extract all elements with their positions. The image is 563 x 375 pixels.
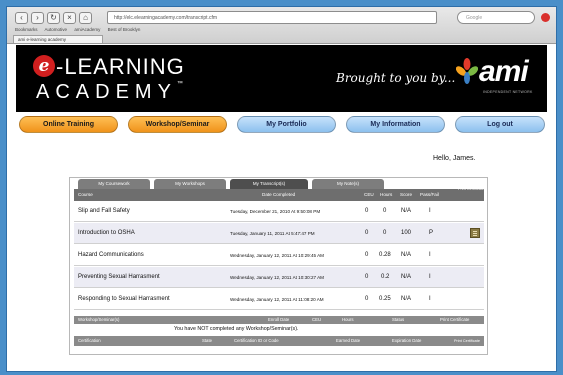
logo-academy-word: ACADEMY — [36, 81, 177, 103]
address-bar[interactable]: http://elc.elearningacademy.com/transcri… — [107, 11, 437, 24]
main-nav: Online Training Workshop/Seminar My Port… — [16, 113, 547, 135]
ceu-value: 0 — [365, 208, 369, 214]
bookmark-item[interactable]: amiAcademy — [74, 27, 100, 32]
bookmark-item[interactable]: Best of Brooklyn — [108, 27, 141, 32]
col-earned-date: Earned Date — [336, 338, 361, 343]
tab-my-transcripts[interactable]: My Transcript(s) — [230, 179, 308, 189]
completed-date: Wednesday, January 12, 2011 At 10:29:45 … — [230, 253, 324, 258]
ceu-value: 0 — [365, 252, 369, 258]
user-greeting: Hello, James. — [433, 155, 476, 162]
ami-leaf-icon — [456, 58, 478, 84]
score-value: N/A — [401, 208, 412, 214]
score-value: N/A — [401, 296, 412, 302]
completed-date: Wednesday, January 12, 2011 At 10:30:27 … — [230, 275, 324, 280]
bookmarks-bar: Bookmarks Automotive amiAcademy Best of … — [15, 27, 146, 34]
certification-table-header: Certification State Certification ID or … — [74, 336, 484, 346]
col-certification: Certification — [78, 338, 101, 343]
table-row: Hazard Communications Wednesday, January… — [74, 245, 484, 266]
browser-tab[interactable]: ami e-learning academy — [13, 35, 103, 43]
col-print-certificate: Print Certificate — [458, 187, 484, 191]
ami-tagline: INDEPENDENT NETWORK — [483, 90, 533, 94]
course-name: Preventing Sexual Harrasment — [78, 274, 160, 280]
score-value: N/A — [401, 252, 412, 258]
print-certificate-icon[interactable] — [470, 228, 480, 238]
stop-icon[interactable]: × — [63, 12, 76, 24]
col-ceu: CEU — [364, 192, 374, 197]
col-enroll-date: Enroll Date — [268, 317, 290, 322]
screenshot-frame: ‹ › ↻ × ⌂ http://elc.elearningacademy.co… — [6, 6, 557, 372]
score-value: N/A — [401, 274, 412, 280]
forward-icon[interactable]: › — [31, 12, 44, 24]
tab-my-workshops[interactable]: My Workshops — [154, 179, 226, 189]
ceu-value: 0 — [365, 296, 369, 302]
tab-my-coursework[interactable]: My Coursework — [78, 179, 150, 189]
log-out-button[interactable]: Log out — [455, 116, 545, 133]
browser-toolbar: ‹ › ↻ × ⌂ http://elc.elearningacademy.co… — [7, 7, 556, 44]
trademark-mark: ™ — [176, 81, 183, 87]
ceu-value: 0 — [365, 230, 369, 236]
col-workshop-status: Status — [392, 317, 405, 322]
pass-fail-value: P — [429, 230, 434, 236]
course-name: Introduction to OSHA — [78, 230, 135, 236]
completed-date: Tuesday, January 11, 2011 At 5:47:47 PM — [230, 231, 315, 236]
hours-value: 0 — [383, 208, 387, 214]
section-tabs: My Coursework My Workshops My Transcript… — [78, 178, 478, 189]
completed-date: Tuesday, December 21, 2010 At 9:50:08 PM — [230, 209, 321, 214]
col-workshop-hours: Hours — [342, 317, 354, 322]
pass-fail-value: I — [429, 296, 431, 302]
col-certification-id: Certification ID or Code — [234, 338, 279, 343]
pass-fail-value: I — [429, 208, 431, 214]
workshops-table-header: Workshop/Seminar(s) Enroll Date CEU Hour… — [74, 316, 484, 324]
hours-value: 0 — [383, 230, 387, 236]
ceu-value: 0 — [365, 274, 369, 280]
bookmark-item[interactable]: Bookmarks — [15, 27, 38, 32]
workshop-seminar-button[interactable]: Workshop/Seminar — [128, 116, 227, 133]
ami-brand-text: ami — [479, 55, 529, 88]
reload-icon[interactable]: ↻ — [47, 12, 60, 24]
logo-academy-text: ACADEMY™ — [36, 81, 183, 104]
transcript-panel: My Coursework My Workshops My Transcript… — [69, 177, 488, 355]
site-header: e -LEARNING ACADEMY™ Brought to you by..… — [16, 45, 547, 112]
col-workshop-name: Workshop/Seminar(s) — [78, 317, 120, 322]
tab-my-notes[interactable]: My Note(s) — [312, 179, 384, 189]
my-portfolio-button[interactable]: My Portfolio — [237, 116, 336, 133]
course-name: Hazard Communications — [78, 252, 144, 258]
e-learning-logo-mark: e — [33, 55, 55, 77]
online-training-button[interactable]: Online Training — [19, 116, 118, 133]
col-date-completed: Date Completed — [262, 192, 296, 197]
course-name: Slip and Fall Safety — [78, 208, 130, 214]
col-pass-fail: Pass/Fail — [420, 192, 439, 197]
hours-value: 0.2 — [381, 274, 390, 280]
pass-fail-value: I — [429, 274, 431, 280]
col-hours: Hours — [380, 192, 393, 197]
back-icon[interactable]: ‹ — [15, 12, 28, 24]
col-expiration-date: Expiration Date — [392, 338, 422, 343]
workshops-empty-message: You have NOT completed any Workshop/Semi… — [74, 325, 484, 334]
col-workshop-ceu: CEU — [312, 317, 322, 322]
hours-value: 0.25 — [379, 296, 391, 302]
logo-learning-text: -LEARNING — [56, 54, 185, 79]
hours-value: 0.28 — [379, 252, 391, 258]
table-row: Slip and Fall Safety Tuesday, December 2… — [74, 201, 484, 222]
table-row: Introduction to OSHA Tuesday, January 11… — [74, 223, 484, 244]
score-value: 100 — [401, 230, 412, 236]
completed-date: Wednesday, January 12, 2011 At 11:08:20 … — [230, 297, 324, 302]
table-row: Preventing Sexual Harrasment Wednesday, … — [74, 267, 484, 288]
home-icon[interactable]: ⌂ — [79, 12, 92, 24]
col-state: State — [202, 338, 213, 343]
pass-fail-value: I — [429, 252, 431, 258]
browser-close-icon[interactable] — [541, 13, 550, 22]
col-workshop-print-certificate: Print Certificate — [440, 317, 470, 322]
col-certification-print-certificate: Print Certificate — [454, 339, 480, 343]
col-course: Course — [78, 192, 93, 197]
courses-table-header: Course Date Completed CEU Hours Score Pa… — [74, 187, 484, 201]
empty-message-text: You have NOT completed any Workshop/Semi… — [174, 326, 299, 332]
brought-by-text: Brought to you by... — [336, 71, 456, 85]
col-score: Score — [400, 192, 413, 197]
browser-search-input[interactable]: Google — [457, 11, 535, 24]
my-information-button[interactable]: My Information — [346, 116, 445, 133]
table-row: Responding to Sexual Harrasment Wednesda… — [74, 289, 484, 310]
course-name: Responding to Sexual Harrasment — [78, 296, 170, 302]
bookmark-item[interactable]: Automotive — [45, 27, 68, 32]
